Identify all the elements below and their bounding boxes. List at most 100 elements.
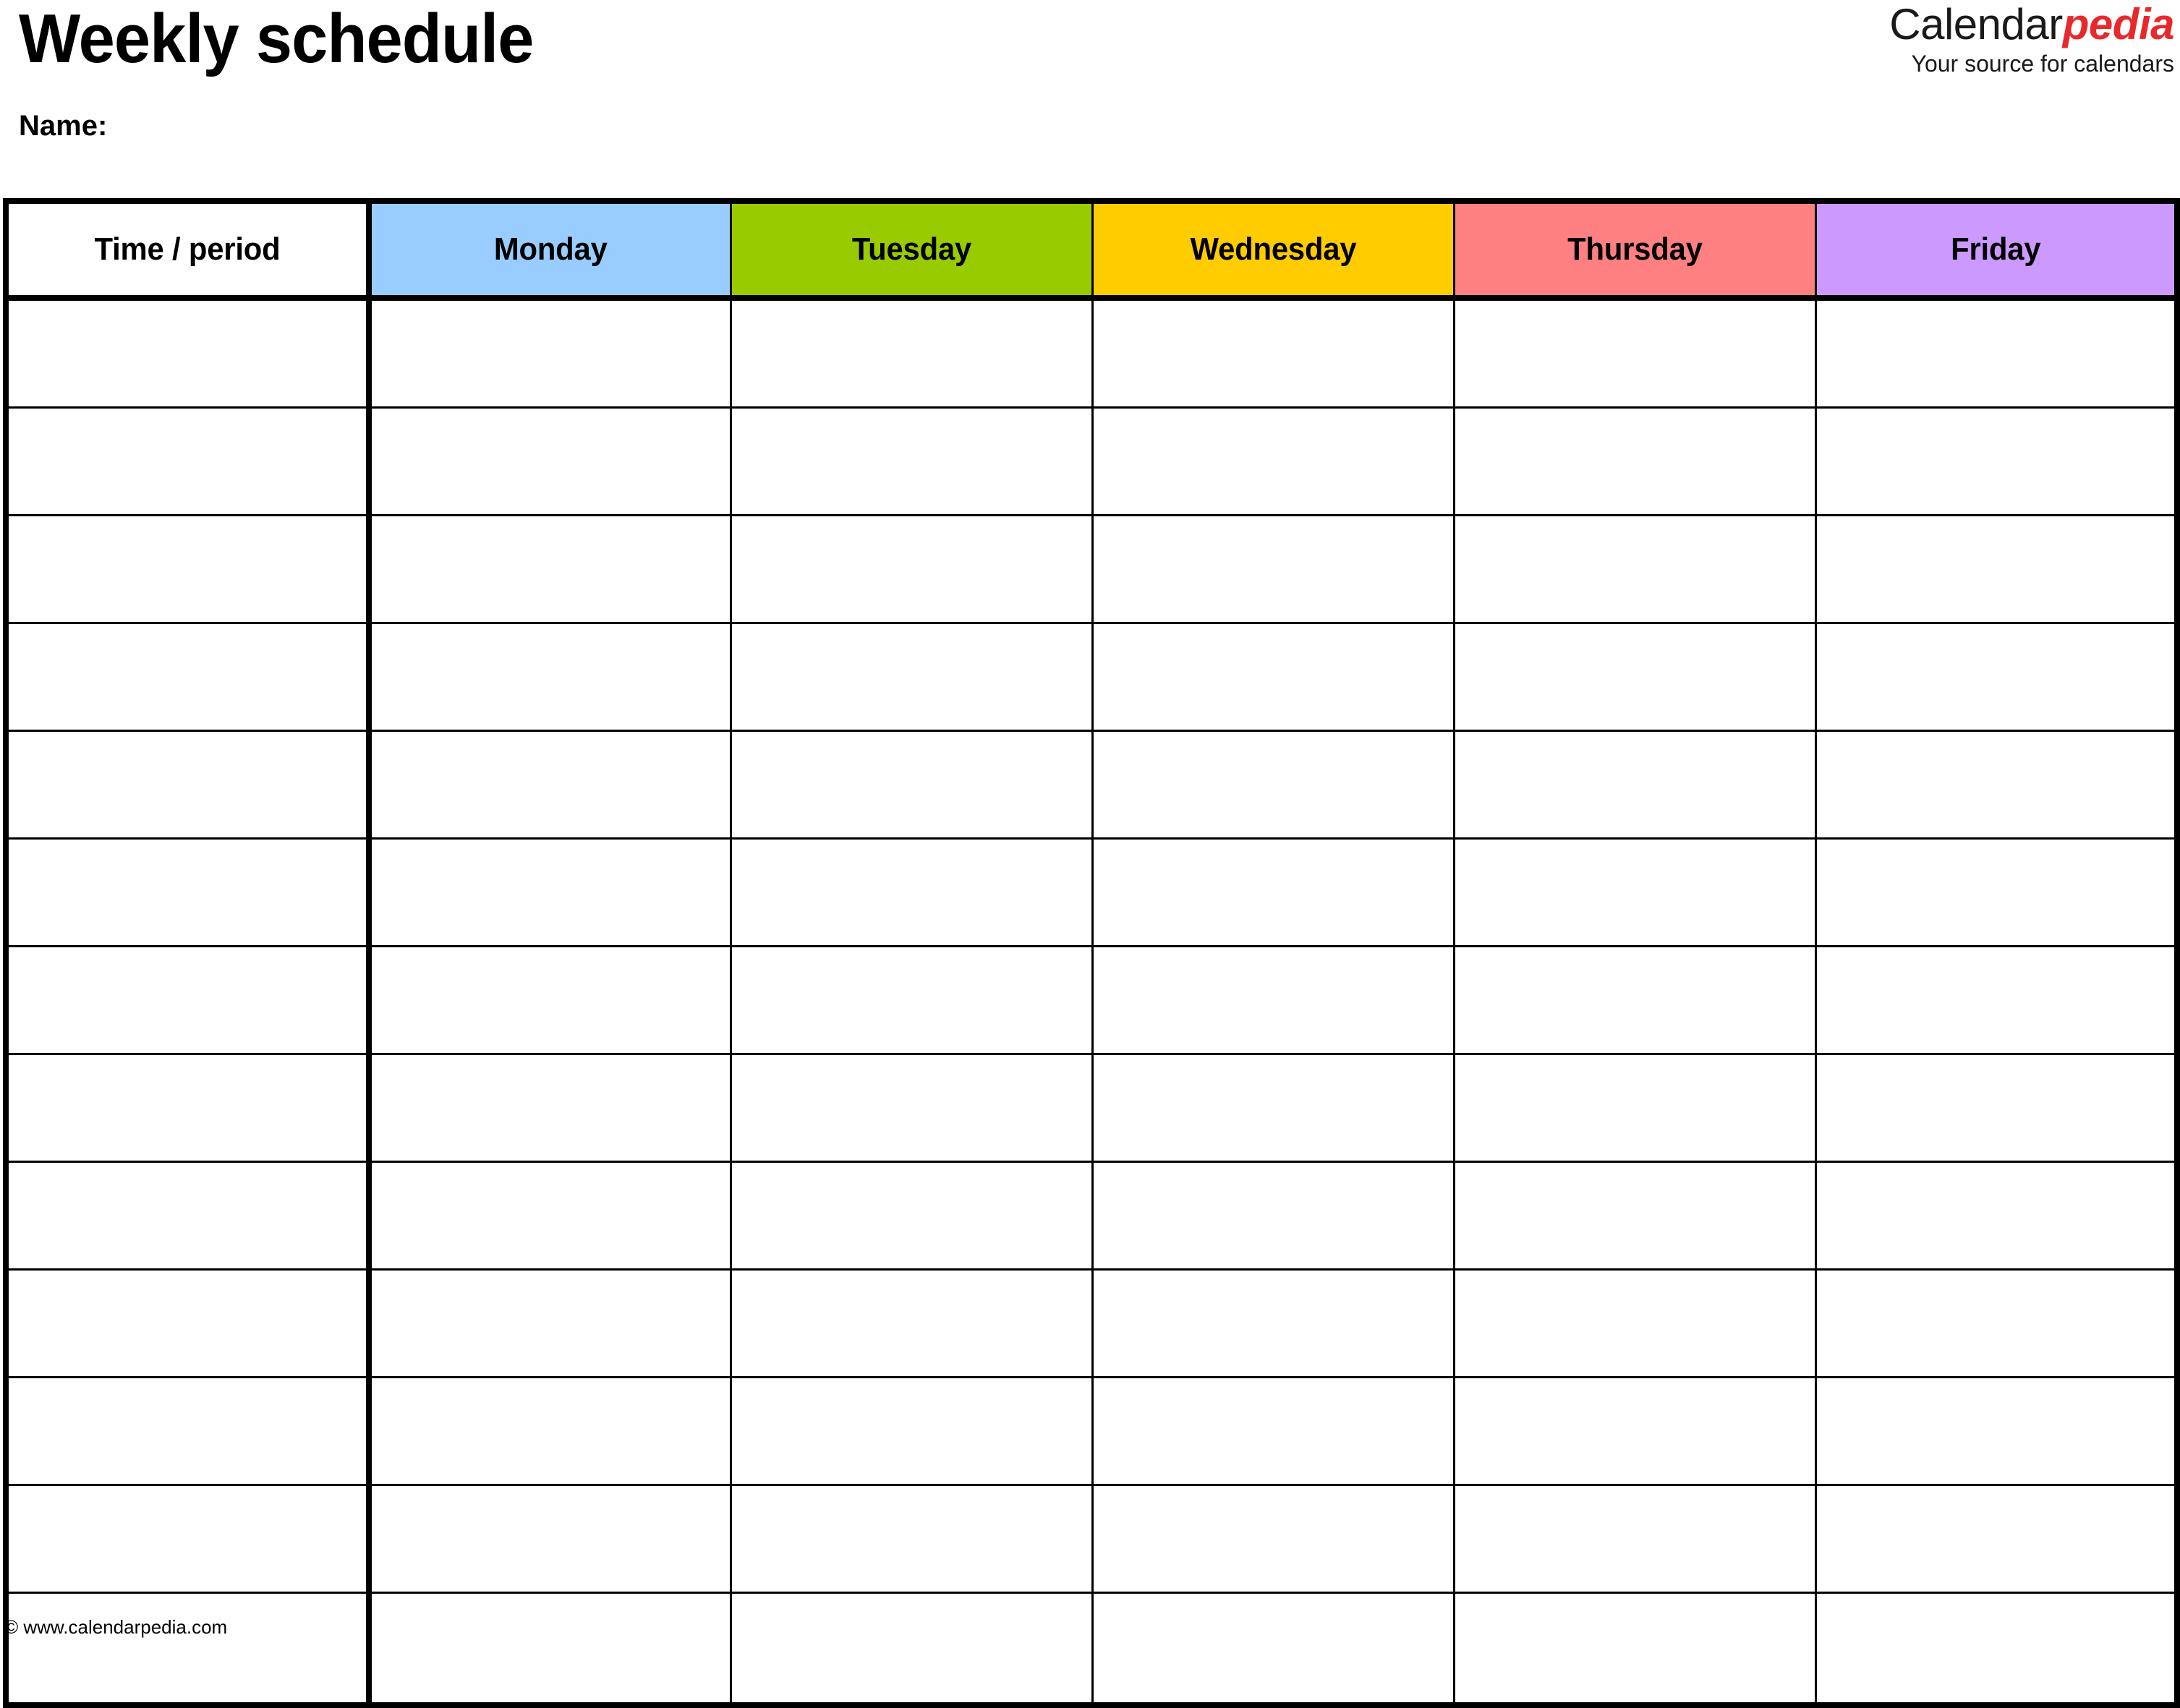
schedule-cell-wednesday[interactable] — [1091, 514, 1454, 623]
schedule-header-monday[interactable]: Monday — [367, 201, 731, 301]
schedule-cell-time[interactable] — [6, 730, 372, 839]
schedule-cell-wednesday[interactable] — [1091, 1376, 1454, 1485]
schedule-cell-monday[interactable] — [367, 514, 731, 623]
schedule-cell-wednesday[interactable] — [1091, 837, 1454, 947]
schedule-cell-friday[interactable] — [1814, 298, 2177, 408]
schedule-row — [6, 837, 2177, 947]
schedule-cell-tuesday[interactable] — [729, 622, 1092, 731]
schedule-cell-time[interactable] — [6, 1053, 372, 1162]
schedule-cell-tuesday[interactable] — [729, 298, 1092, 408]
schedule-cell-wednesday[interactable] — [1091, 298, 1454, 408]
schedule-cell-wednesday[interactable] — [1091, 622, 1454, 731]
schedule-cell-time[interactable] — [6, 1161, 372, 1270]
schedule-cell-wednesday[interactable] — [1091, 1268, 1454, 1378]
schedule-cell-friday[interactable] — [1814, 837, 2177, 947]
schedule-cell-monday[interactable] — [367, 1268, 731, 1378]
schedule-cell-friday[interactable] — [1814, 945, 2177, 1054]
schedule-cell-monday[interactable] — [367, 730, 731, 839]
schedule-cell-thursday[interactable] — [1452, 1484, 1815, 1593]
schedule-cell-monday[interactable] — [367, 1053, 731, 1162]
schedule-cell-thursday[interactable] — [1452, 298, 1815, 408]
schedule-cell-monday[interactable] — [367, 406, 731, 516]
schedule-cell-friday[interactable] — [1814, 730, 2177, 839]
schedule-cell-tuesday[interactable] — [729, 730, 1092, 839]
schedule-cell-thursday[interactable] — [1452, 837, 1815, 947]
schedule-cell-tuesday[interactable] — [729, 1161, 1092, 1270]
schedule-cell-thursday[interactable] — [1452, 1053, 1815, 1162]
footer-copyright[interactable]: © www.calendarpedia.com — [4, 1615, 227, 1639]
schedule-cell-tuesday[interactable] — [729, 1484, 1092, 1593]
schedule-header-wednesday[interactable]: Wednesday — [1091, 201, 1454, 301]
brand-tagline: Your source for calendars — [1911, 51, 2174, 77]
weekly-schedule-page: Weekly schedule Name: Calendarpedia Your… — [0, 0, 2180, 1708]
calendarpedia-logo[interactable]: Calendarpedia Your source for calendars — [1889, 1, 2174, 78]
schedule-cell-monday[interactable] — [367, 1376, 731, 1485]
schedule-cell-time[interactable] — [6, 1376, 372, 1485]
schedule-cell-time[interactable] — [6, 298, 372, 408]
schedule-cell-wednesday[interactable] — [1091, 730, 1454, 839]
schedule-cell-tuesday[interactable] — [729, 1592, 1092, 1705]
schedule-cell-thursday[interactable] — [1452, 622, 1815, 731]
brand-wordmark: Calendarpedia — [1889, 1, 2174, 48]
schedule-cell-friday[interactable] — [1814, 1592, 2177, 1705]
schedule-body — [6, 298, 2177, 1705]
schedule-cell-monday[interactable] — [367, 837, 731, 947]
schedule-header-thursday[interactable]: Thursday — [1452, 201, 1815, 301]
schedule-cell-wednesday[interactable] — [1091, 1592, 1454, 1705]
schedule-cell-thursday[interactable] — [1452, 1161, 1815, 1270]
schedule-header-label: Wednesday — [1190, 231, 1356, 267]
schedule-cell-wednesday[interactable] — [1091, 1053, 1454, 1162]
schedule-header-tuesday[interactable]: Tuesday — [729, 201, 1092, 301]
schedule-cell-friday[interactable] — [1814, 1484, 2177, 1593]
schedule-cell-time[interactable] — [6, 622, 372, 731]
schedule-cell-tuesday[interactable] — [729, 406, 1092, 516]
schedule-cell-monday[interactable] — [367, 298, 731, 408]
schedule-cell-friday[interactable] — [1814, 514, 2177, 623]
schedule-header-label: Friday — [1950, 231, 2040, 267]
schedule-cell-time[interactable] — [6, 1592, 372, 1705]
schedule-cell-monday[interactable] — [367, 1592, 731, 1705]
schedule-cell-friday[interactable] — [1814, 1053, 2177, 1162]
schedule-cell-wednesday[interactable] — [1091, 406, 1454, 516]
brand-word-calendar: Calendar — [1889, 0, 2063, 48]
schedule-cell-tuesday[interactable] — [729, 1268, 1092, 1378]
schedule-cell-time[interactable] — [6, 837, 372, 947]
schedule-cell-time[interactable] — [6, 945, 372, 1054]
schedule-cell-tuesday[interactable] — [729, 1376, 1092, 1485]
schedule-cell-monday[interactable] — [367, 945, 731, 1054]
schedule-cell-thursday[interactable] — [1452, 1268, 1815, 1378]
schedule-cell-thursday[interactable] — [1452, 1592, 1815, 1705]
schedule-header-label: Thursday — [1567, 231, 1703, 267]
schedule-cell-tuesday[interactable] — [729, 945, 1092, 1054]
schedule-cell-time[interactable] — [6, 1268, 372, 1378]
schedule-row — [6, 298, 2177, 408]
schedule-cell-friday[interactable] — [1814, 1268, 2177, 1378]
name-field-label: Name: — [19, 110, 108, 142]
schedule-cell-time[interactable] — [6, 1484, 372, 1593]
schedule-cell-tuesday[interactable] — [729, 514, 1092, 623]
schedule-cell-time[interactable] — [6, 406, 372, 516]
schedule-cell-thursday[interactable] — [1452, 945, 1815, 1054]
schedule-cell-wednesday[interactable] — [1091, 945, 1454, 1054]
schedule-cell-tuesday[interactable] — [729, 1053, 1092, 1162]
schedule-cell-friday[interactable] — [1814, 1161, 2177, 1270]
schedule-cell-wednesday[interactable] — [1091, 1161, 1454, 1270]
schedule-row — [6, 945, 2177, 1054]
schedule-cell-monday[interactable] — [367, 622, 731, 731]
schedule-cell-thursday[interactable] — [1452, 730, 1815, 839]
schedule-header-friday[interactable]: Friday — [1814, 201, 2177, 301]
schedule-cell-time[interactable] — [6, 514, 372, 623]
schedule-cell-friday[interactable] — [1814, 622, 2177, 731]
schedule-header-time[interactable]: Time / period — [6, 201, 372, 301]
schedule-cell-friday[interactable] — [1814, 1376, 2177, 1485]
schedule-cell-monday[interactable] — [367, 1484, 731, 1593]
schedule-cell-monday[interactable] — [367, 1161, 731, 1270]
schedule-header-label: Monday — [493, 231, 608, 267]
schedule-cell-thursday[interactable] — [1452, 514, 1815, 623]
schedule-cell-thursday[interactable] — [1452, 1376, 1815, 1485]
schedule-cell-wednesday[interactable] — [1091, 1484, 1454, 1593]
schedule-cell-thursday[interactable] — [1452, 406, 1815, 516]
schedule-cell-tuesday[interactable] — [729, 837, 1092, 947]
document-header: Weekly schedule Name: Calendarpedia Your… — [0, 0, 2180, 198]
schedule-cell-friday[interactable] — [1814, 406, 2177, 516]
